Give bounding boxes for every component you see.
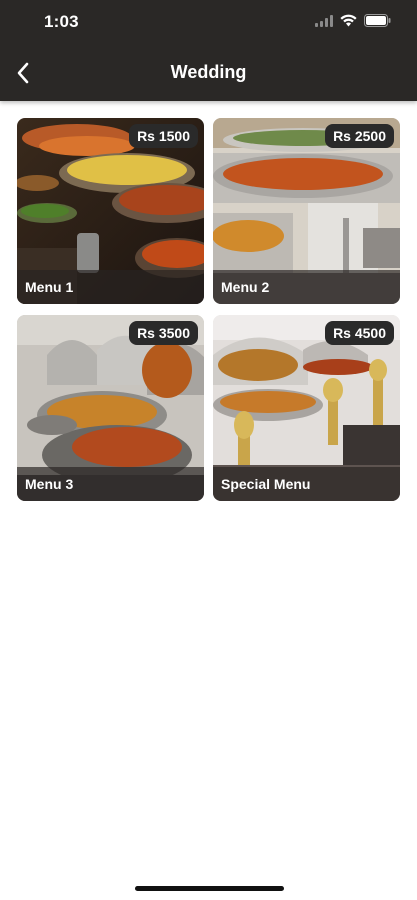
- price-badge: Rs 2500: [325, 124, 394, 148]
- card-footer: Menu 2: [213, 270, 400, 304]
- app-header: 1:03 Wedding: [0, 0, 417, 101]
- battery-icon: [364, 14, 391, 27]
- menu-name: Menu 2: [221, 279, 270, 295]
- menu-card[interactable]: Rs 2500 Menu 2: [213, 118, 400, 304]
- menu-card[interactable]: Rs 3500 Menu 3: [17, 315, 204, 501]
- price-badge: Rs 3500: [129, 321, 198, 345]
- menu-name: Menu 3: [25, 476, 74, 492]
- menu-name: Special Menu: [221, 476, 311, 492]
- status-time: 1:03: [44, 12, 79, 31]
- page-title: Wedding: [170, 62, 247, 82]
- signal-icon: [315, 14, 333, 27]
- price-badge: Rs 4500: [325, 321, 394, 345]
- home-indicator[interactable]: [135, 886, 284, 891]
- price-badge: Rs 1500: [129, 124, 198, 148]
- menu-grid: Rs 1500 Menu 1 Rs 2500 Menu 2 Rs 3500 Me…: [17, 118, 400, 501]
- status-icons: [315, 14, 391, 27]
- card-footer: Menu 3: [17, 467, 204, 501]
- menu-card[interactable]: Rs 4500 Special Menu: [213, 315, 400, 501]
- menu-card[interactable]: Rs 1500 Menu 1: [17, 118, 204, 304]
- menu-name: Menu 1: [25, 279, 74, 295]
- wifi-icon: [340, 14, 357, 27]
- card-footer: Menu 1: [17, 270, 204, 304]
- card-footer: Special Menu: [213, 467, 400, 501]
